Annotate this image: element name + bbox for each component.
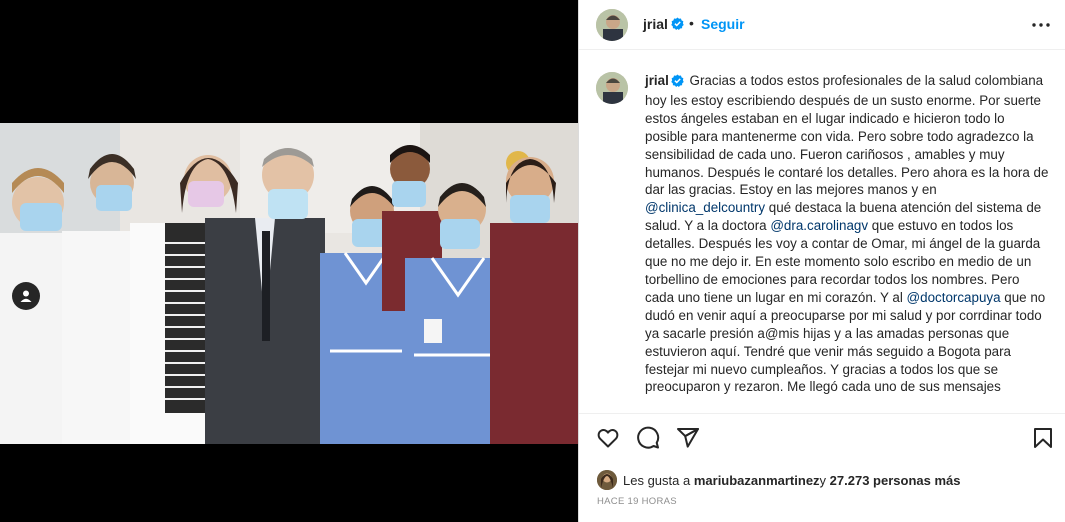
post-timestamp[interactable]: HACE 19 HORAS	[597, 496, 677, 507]
verified-badge-icon	[671, 17, 684, 35]
avatar-image	[596, 9, 628, 41]
likes-count[interactable]: 27.273 personas más	[830, 473, 961, 488]
liker-username[interactable]: mariubazanmartinez	[694, 473, 820, 488]
caption-username[interactable]: jrial	[645, 73, 669, 88]
avatar[interactable]	[596, 9, 628, 41]
bookmark-icon[interactable]	[1030, 425, 1056, 451]
caption-avatar[interactable]	[596, 72, 628, 104]
group-photo-image	[0, 123, 578, 444]
likes-prefix: Les gusta a	[623, 472, 691, 488]
likes-summary[interactable]: Les gusta a mariubazanmartinez y 27.273 …	[597, 470, 960, 490]
mention-link[interactable]: @clinica_delcountry	[645, 200, 765, 215]
caption-area: jrial Gracias a todos estos profesionale…	[579, 60, 1065, 410]
mention-link[interactable]: @dra.carolinagv	[770, 218, 868, 233]
caption-text: que no dudó en venir aquí a preocuparse …	[645, 289, 1046, 395]
avatar-image	[596, 72, 628, 104]
post-photo[interactable]	[0, 123, 578, 444]
liker-avatar[interactable]	[597, 470, 617, 490]
avatar-image	[597, 470, 617, 490]
post-header: jrial • Seguir	[579, 0, 1065, 50]
post-sidebar: jrial • Seguir jrial Gracias a todos est…	[578, 0, 1065, 522]
user-tag-button[interactable]	[12, 282, 40, 310]
follow-button[interactable]: Seguir	[701, 16, 745, 32]
more-horizontal-icon[interactable]	[1030, 14, 1052, 36]
post-actions	[579, 425, 1065, 455]
caption-text: Gracias a todos estos profesionales de l…	[645, 73, 1049, 198]
comment-icon[interactable]	[635, 425, 661, 451]
person-icon	[20, 290, 32, 302]
verified-badge-icon	[671, 74, 684, 92]
separator-dot: •	[689, 15, 694, 31]
likes-joiner: y	[819, 472, 827, 488]
mention-link[interactable]: @doctorcapuya	[907, 290, 1001, 305]
heart-icon[interactable]	[595, 425, 621, 451]
post-author-username[interactable]: jrial	[643, 16, 668, 32]
post-media[interactable]	[0, 0, 578, 522]
divider	[579, 413, 1065, 414]
paper-plane-icon[interactable]	[675, 425, 701, 451]
post-caption: jrial Gracias a todos estos profesionale…	[645, 72, 1050, 396]
